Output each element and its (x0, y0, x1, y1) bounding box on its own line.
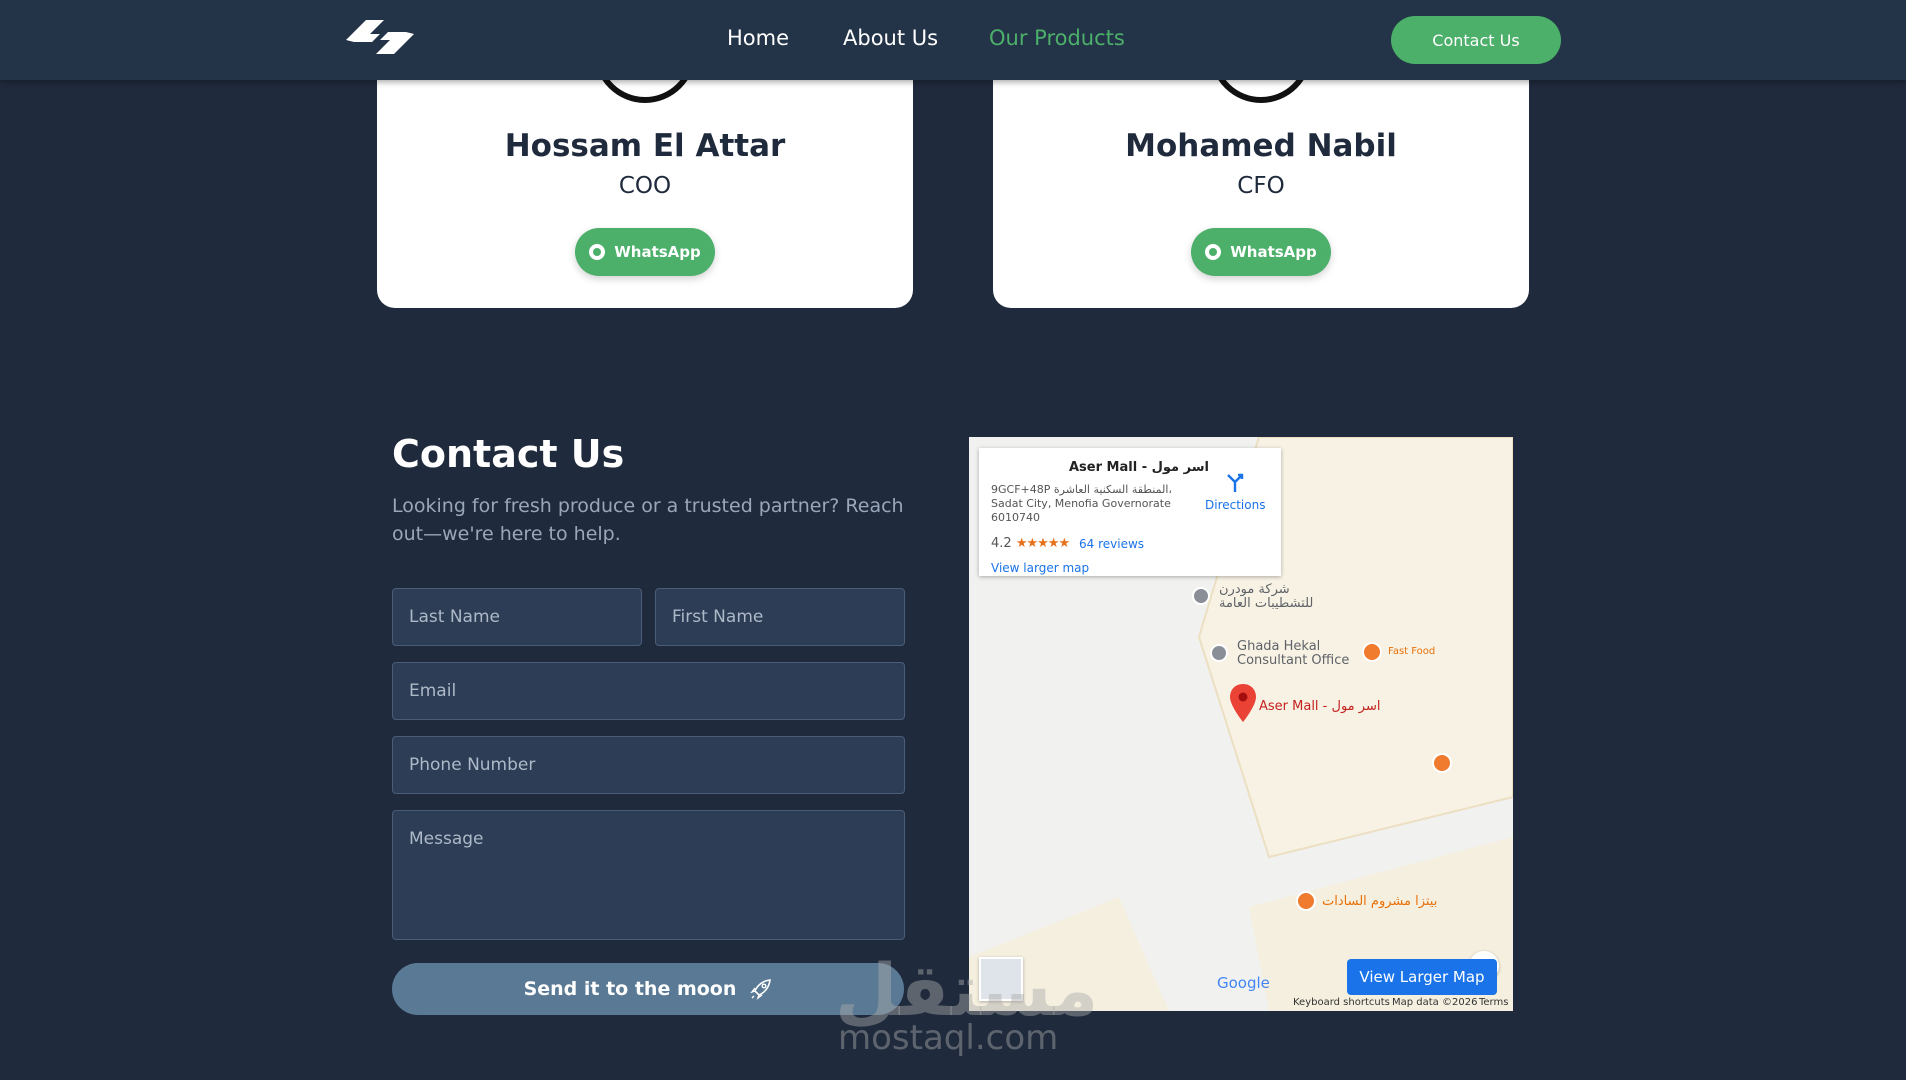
send-label: Send it to the moon (523, 978, 737, 1000)
nav-about-us[interactable]: About Us (843, 26, 938, 50)
nav-our-products[interactable]: Our Products (989, 26, 1125, 50)
rating-value: 4.2 (991, 536, 1012, 551)
rocket-icon (750, 979, 772, 1000)
embedded-map[interactable]: Aser Mall - اسر مول 9GCF+48P المنطقة الس… (969, 437, 1513, 1011)
map-pin-icon[interactable] (1210, 644, 1228, 662)
place-title: Aser Mall - اسر مول (1069, 460, 1209, 475)
nav-home[interactable]: Home (727, 26, 789, 50)
member-name: Mohamed Nabil (1125, 128, 1397, 164)
view-larger-map-link[interactable]: View larger map (991, 561, 1089, 575)
restaurant-pin-icon[interactable] (1362, 642, 1382, 662)
location-marker-icon[interactable] (1230, 684, 1256, 722)
restaurant-pin-icon[interactable] (1296, 891, 1316, 911)
terms-link[interactable]: Terms (1479, 997, 1508, 1008)
contact-title: Contact Us (392, 432, 625, 476)
map-data-text: Map data ©2026 (1392, 997, 1478, 1008)
google-logo: Google (1217, 974, 1270, 992)
last-name-field[interactable] (392, 588, 642, 646)
map-label-fastfood: Fast Food (1388, 646, 1436, 657)
map-label-modern: شركة مودرن للتشطيبات العامة (1219, 582, 1314, 611)
message-field[interactable] (392, 810, 905, 940)
restaurant-pin-icon[interactable] (1432, 753, 1452, 773)
google-logo-text: Google (1217, 974, 1270, 992)
whatsapp-icon (589, 244, 606, 260)
first-name-field[interactable] (655, 588, 905, 646)
member-name: Hossam El Attar (504, 128, 786, 164)
reviews-link[interactable]: 64 reviews (1079, 537, 1144, 551)
directions-icon[interactable] (1224, 470, 1246, 494)
team-card: Mohamed Nabil CFO WhatsApp (993, 40, 1529, 308)
whatsapp-label: WhatsApp (1230, 243, 1317, 261)
map-label-aser-mall: Aser Mall - اسر مول (1259, 699, 1381, 714)
place-address: 9GCF+48P المنطقة السكنية العاشرة، Sadat … (991, 483, 1172, 524)
whatsapp-button[interactable]: WhatsApp (1191, 228, 1331, 276)
member-role: COO (618, 173, 672, 199)
whatsapp-button[interactable]: WhatsApp (575, 228, 715, 276)
team-card: Hossam El Attar COO WhatsApp (377, 40, 913, 308)
contact-subtitle: Looking for fresh produce or a trusted p… (392, 495, 904, 545)
whatsapp-label: WhatsApp (614, 243, 701, 261)
watermark-latin: mostaql.com (838, 1018, 1059, 1058)
site-header: Home About Us Our Products Contact Us (0, 0, 1906, 80)
rating-stars: ★★★★★ (1015, 536, 1070, 551)
directions-link[interactable]: Directions (1205, 498, 1265, 512)
contact-us-button[interactable]: Contact Us (1391, 16, 1561, 64)
send-button[interactable]: Send it to the moon (392, 963, 904, 1015)
view-larger-map-button[interactable]: View Larger Map (1347, 959, 1497, 995)
keyboard-shortcuts-link[interactable]: Keyboard shortcuts (1293, 997, 1390, 1008)
main-nav: Home About Us Our Products (0, 0, 1906, 80)
place-rating: 4.2 ★★★★★ (991, 536, 1070, 551)
map-pin-icon[interactable] (1192, 587, 1210, 605)
place-info-card: Aser Mall - اسر مول 9GCF+48P المنطقة الس… (979, 448, 1281, 576)
phone-field[interactable] (392, 736, 905, 794)
whatsapp-icon (1205, 244, 1222, 260)
member-role: CFO (1237, 173, 1285, 199)
email-field[interactable] (392, 662, 905, 720)
map-label-pizza: بيتزا مشروم السادات (1322, 894, 1438, 909)
